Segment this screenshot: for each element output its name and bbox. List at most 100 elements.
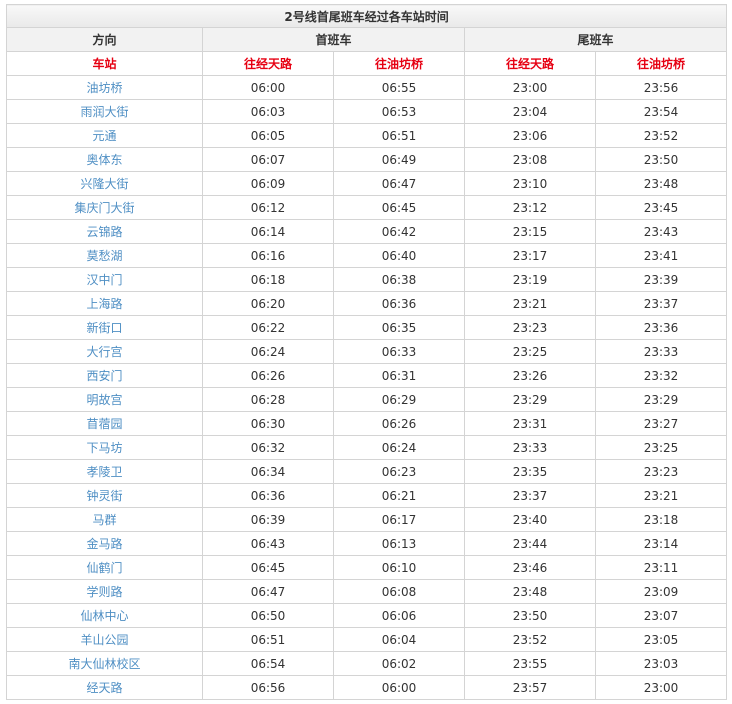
- station-name: 兴隆大街: [6, 171, 203, 196]
- table-row: 明故宫 06:28 06:29 23:29 23:29: [6, 387, 728, 412]
- last-train-to-jingtianlu: 23:55: [464, 651, 596, 676]
- last-train-to-jingtianlu: 23:10: [464, 171, 596, 196]
- last-train-to-jingtianlu: 23:33: [464, 435, 596, 460]
- first-train-to-jingtianlu: 06:14: [202, 219, 334, 244]
- first-train-to-jingtianlu: 06:36: [202, 483, 334, 508]
- last-train-to-youfangqiao: 23:18: [594, 507, 728, 532]
- sub-header-row: 车站 往经天路 往油坊桥 往经天路 往油坊桥: [6, 51, 728, 76]
- station-name: 马群: [6, 507, 203, 532]
- group-header-row: 方向 首班车 尾班车: [6, 27, 728, 52]
- first-train-to-jingtianlu: 06:30: [202, 411, 334, 436]
- table-row: 奥体东 06:07 06:49 23:08 23:50: [6, 147, 728, 172]
- station-name: 上海路: [6, 291, 203, 316]
- first-train-to-youfangqiao: 06:55: [333, 75, 465, 100]
- table-row: 新街口 06:22 06:35 23:23 23:36: [6, 315, 728, 340]
- first-train-to-youfangqiao: 06:42: [333, 219, 465, 244]
- last-train-to-youfangqiao: 23:05: [594, 627, 728, 652]
- table-row: 集庆门大街 06:12 06:45 23:12 23:45: [6, 195, 728, 220]
- table-row: 油坊桥 06:00 06:55 23:00 23:56: [6, 75, 728, 100]
- first-train-to-jingtianlu: 06:22: [202, 315, 334, 340]
- last-train-to-jingtianlu: 23:31: [464, 411, 596, 436]
- last-train-to-youfangqiao: 23:11: [594, 555, 728, 580]
- first-train-to-jingtianlu: 06:09: [202, 171, 334, 196]
- first-train-to-jingtianlu: 06:34: [202, 459, 334, 484]
- station-name: 经天路: [6, 675, 203, 700]
- first-train-header: 首班车: [202, 27, 465, 52]
- first-train-to-jingtianlu: 06:51: [202, 627, 334, 652]
- last-train-to-jingtianlu: 23:44: [464, 531, 596, 556]
- last-train-header: 尾班车: [463, 27, 728, 52]
- last-train-to-jingtianlu: 23:25: [464, 339, 596, 364]
- first-train-to-youfangqiao: 06:53: [333, 99, 465, 124]
- first-train-to-jingtianlu: 06:45: [202, 555, 334, 580]
- table-row: 莫愁湖 06:16 06:40 23:17 23:41: [6, 243, 728, 268]
- last-train-to-youfangqiao: 23:39: [594, 267, 728, 292]
- last-train-to-youfangqiao: 23:52: [594, 123, 728, 148]
- last-train-to-jingtianlu: 23:12: [464, 195, 596, 220]
- first-train-to-jingtianlu: 06:54: [202, 651, 334, 676]
- last-train-to-youfangqiao: 23:27: [594, 411, 728, 436]
- first-train-to-youfangqiao: 06:45: [333, 195, 465, 220]
- table-row: 元通 06:05 06:51 23:06 23:52: [6, 123, 728, 148]
- last-train-to-jingtianlu: 23:08: [464, 147, 596, 172]
- station-name: 奥体东: [6, 147, 203, 172]
- timetable-body: 油坊桥 06:00 06:55 23:00 23:56 雨润大街 06:03 06:53 23:…: [6, 75, 728, 700]
- last-train-to-jingtianlu: 23:00: [464, 75, 596, 100]
- station-name: 新街口: [6, 315, 203, 340]
- table-row: 仙林中心 06:50 06:06 23:50 23:07: [6, 603, 728, 628]
- last-train-to-youfangqiao: 23:37: [594, 291, 728, 316]
- table-row: 苜蓿园 06:30 06:26 23:31 23:27: [6, 411, 728, 436]
- first-to-youfangqiao-header: 往油坊桥: [333, 51, 465, 76]
- table-row: 雨润大街 06:03 06:53 23:04 23:54: [6, 99, 728, 124]
- first-train-to-jingtianlu: 06:12: [202, 195, 334, 220]
- last-train-to-youfangqiao: 23:21: [594, 483, 728, 508]
- first-train-to-youfangqiao: 06:17: [333, 507, 465, 532]
- station-header: 车站: [6, 51, 203, 76]
- table-row: 仙鹤门 06:45 06:10 23:46 23:11: [6, 555, 728, 580]
- first-train-to-youfangqiao: 06:29: [333, 387, 465, 412]
- last-train-to-youfangqiao: 23:56: [594, 75, 728, 100]
- last-train-to-youfangqiao: 23:03: [594, 651, 728, 676]
- first-train-to-jingtianlu: 06:47: [202, 579, 334, 604]
- first-train-to-youfangqiao: 06:35: [333, 315, 465, 340]
- timetable-container: 2号线首尾班车经过各车站时间 方向 首班车 尾班车 车站 往经天路 往油坊桥 往…: [5, 4, 728, 700]
- first-train-to-youfangqiao: 06:10: [333, 555, 465, 580]
- last-train-to-jingtianlu: 23:17: [464, 243, 596, 268]
- station-name: 汉中门: [6, 267, 203, 292]
- station-name: 集庆门大街: [6, 195, 203, 220]
- station-name: 西安门: [6, 363, 203, 388]
- last-train-to-jingtianlu: 23:57: [464, 675, 596, 700]
- first-train-to-jingtianlu: 06:05: [202, 123, 334, 148]
- first-train-to-youfangqiao: 06:23: [333, 459, 465, 484]
- table-row: 经天路 06:56 06:00 23:57 23:00: [6, 675, 728, 700]
- first-train-to-youfangqiao: 06:26: [333, 411, 465, 436]
- last-to-jingtianlu-header: 往经天路: [464, 51, 596, 76]
- first-train-to-jingtianlu: 06:28: [202, 387, 334, 412]
- last-train-to-jingtianlu: 23:04: [464, 99, 596, 124]
- direction-header: 方向: [6, 27, 203, 52]
- last-train-to-jingtianlu: 23:23: [464, 315, 596, 340]
- last-train-to-youfangqiao: 23:23: [594, 459, 728, 484]
- timetable: 2号线首尾班车经过各车站时间 方向 首班车 尾班车 车站 往经天路 往油坊桥 往…: [5, 4, 728, 700]
- station-name: 莫愁湖: [6, 243, 203, 268]
- station-name: 元通: [6, 123, 203, 148]
- last-train-to-youfangqiao: 23:50: [594, 147, 728, 172]
- table-row: 孝陵卫 06:34 06:23 23:35 23:23: [6, 459, 728, 484]
- first-to-jingtianlu-header: 往经天路: [202, 51, 334, 76]
- last-train-to-youfangqiao: 23:07: [594, 603, 728, 628]
- table-title: 2号线首尾班车经过各车站时间: [5, 4, 728, 28]
- last-train-to-youfangqiao: 23:45: [594, 195, 728, 220]
- first-train-to-youfangqiao: 06:33: [333, 339, 465, 364]
- first-train-to-jingtianlu: 06:24: [202, 339, 334, 364]
- first-train-to-youfangqiao: 06:31: [333, 363, 465, 388]
- last-train-to-jingtianlu: 23:46: [464, 555, 596, 580]
- table-row: 大行宫 06:24 06:33 23:25 23:33: [6, 339, 728, 364]
- first-train-to-youfangqiao: 06:04: [333, 627, 465, 652]
- first-train-to-jingtianlu: 06:50: [202, 603, 334, 628]
- first-train-to-youfangqiao: 06:24: [333, 435, 465, 460]
- last-train-to-youfangqiao: 23:43: [594, 219, 728, 244]
- last-train-to-youfangqiao: 23:25: [594, 435, 728, 460]
- first-train-to-youfangqiao: 06:13: [333, 531, 465, 556]
- first-train-to-jingtianlu: 06:16: [202, 243, 334, 268]
- first-train-to-youfangqiao: 06:36: [333, 291, 465, 316]
